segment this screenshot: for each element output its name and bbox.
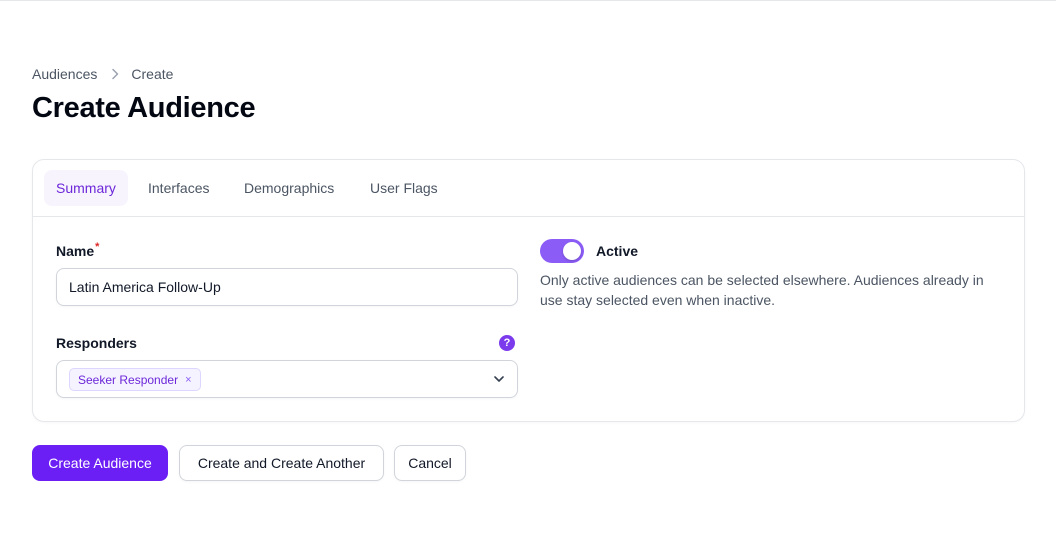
name-field[interactable]: Latin America Follow-Up [56, 268, 518, 306]
active-label: Active [596, 243, 639, 259]
help-icon[interactable]: ? [499, 335, 515, 351]
required-asterisk: * [95, 241, 100, 253]
active-toggle[interactable] [540, 239, 584, 263]
tab-interfaces[interactable]: Interfaces [136, 170, 221, 206]
tab-bar: Summary Interfaces Demographics User Fla… [33, 160, 1024, 217]
close-icon[interactable]: × [185, 374, 191, 386]
breadcrumb-link-audiences[interactable]: Audiences [32, 66, 97, 82]
tab-summary[interactable]: Summary [44, 170, 128, 206]
name-label: Name* [56, 241, 100, 259]
name-label-text: Name [56, 243, 95, 259]
audience-form-card: Summary Interfaces Demographics User Fla… [32, 159, 1025, 422]
breadcrumb-current: Create [131, 66, 174, 82]
toggle-knob [563, 242, 581, 260]
tab-demographics[interactable]: Demographics [232, 170, 346, 206]
create-audience-button[interactable]: Create Audience [32, 445, 168, 481]
top-divider [0, 0, 1056, 1]
tab-user-flags[interactable]: User Flags [358, 170, 450, 206]
chevron-down-icon[interactable] [493, 373, 505, 385]
responder-chip-label: Seeker Responder [78, 372, 179, 387]
responder-chip: Seeker Responder × [69, 368, 201, 391]
cancel-button[interactable]: Cancel [394, 445, 466, 481]
responders-select[interactable]: Seeker Responder × [56, 360, 518, 398]
create-and-create-another-button[interactable]: Create and Create Another [179, 445, 384, 481]
responders-label: Responders [56, 335, 137, 351]
chevron-right-icon [111, 68, 119, 80]
active-help-text: Only active audiences can be selected el… [540, 272, 984, 308]
breadcrumb: Audiences Create [32, 66, 173, 82]
name-field-value: Latin America Follow-Up [69, 279, 221, 295]
page-title: Create Audience [32, 92, 256, 124]
